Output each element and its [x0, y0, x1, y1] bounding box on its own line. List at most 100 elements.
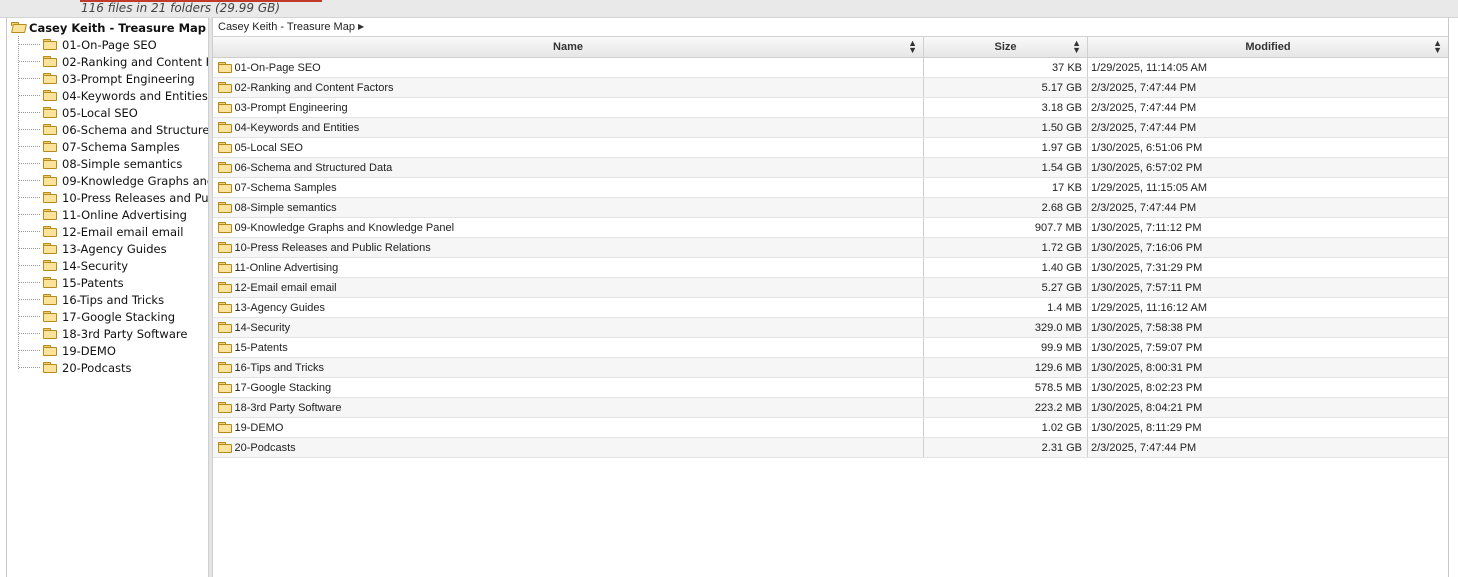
folder-tree: Casey Keith - Treasure Map 01-On-Page SE…: [7, 17, 208, 577]
tree-item[interactable]: 02-Ranking and Content Factors: [7, 53, 208, 70]
table-row[interactable]: 06-Schema and Structured Data 1.54 GB 1/30…: [212, 157, 1448, 178]
folder-name-link[interactable]: 05-Local SEO: [235, 142, 303, 154]
table-row[interactable]: 07-Schema Samples 17 KB 1/29/2025, 11:15:0…: [212, 177, 1448, 198]
table-row[interactable]: 01-On-Page SEO 37 KB 1/29/2025, 11:14:05 A…: [212, 57, 1448, 78]
cell-name[interactable]: 03-Prompt Engineering: [212, 97, 924, 118]
folder-icon: [43, 260, 57, 271]
tree-item[interactable]: 17-Google Stacking: [7, 308, 208, 325]
cell-name[interactable]: 14-Security: [212, 317, 924, 338]
column-header-name[interactable]: Name ▲ ▼: [212, 37, 924, 58]
folder-icon: [43, 124, 57, 135]
tree-item[interactable]: 18-3rd Party Software: [7, 325, 208, 342]
column-header-modified[interactable]: Modified ▲ ▼: [1087, 37, 1448, 58]
table-row[interactable]: 17-Google Stacking 578.5 MB 1/30/2025, 8:0…: [212, 377, 1448, 398]
folder-icon: [43, 328, 57, 339]
folder-name-link[interactable]: 03-Prompt Engineering: [235, 102, 348, 114]
cell-name[interactable]: 08-Simple semantics: [212, 197, 924, 218]
cell-name[interactable]: 11-Online Advertising: [212, 257, 924, 278]
table-row[interactable]: 12-Email email email 5.27 GB 1/30/2025, 7:…: [212, 277, 1448, 298]
tree-item[interactable]: 14-Security: [7, 257, 208, 274]
tree-root[interactable]: Casey Keith - Treasure Map: [11, 19, 206, 36]
tree-item[interactable]: 08-Simple semantics: [7, 155, 208, 172]
table-row[interactable]: 13-Agency Guides 1.4 MB 1/29/2025, 11:16:1…: [212, 297, 1448, 318]
folder-name-link[interactable]: 17-Google Stacking: [235, 382, 332, 394]
folder-name-link[interactable]: 19-DEMO: [235, 422, 284, 434]
table-row[interactable]: 08-Simple semantics 2.68 GB 2/3/2025, 7:47…: [212, 197, 1448, 218]
folder-name-link[interactable]: 15-Patents: [235, 342, 288, 354]
cell-name[interactable]: 05-Local SEO: [212, 137, 924, 158]
tree-item[interactable]: 07-Schema Samples: [7, 138, 208, 155]
folder-name-link[interactable]: 08-Simple semantics: [235, 202, 337, 214]
folder-name-link[interactable]: 20-Podcasts: [235, 442, 296, 454]
table-row[interactable]: 15-Patents 99.9 MB 1/30/2025, 7:59:07 PM: [212, 337, 1448, 358]
folder-name-link[interactable]: 18-3rd Party Software: [235, 402, 342, 414]
table-row[interactable]: 16-Tips and Tricks 129.6 MB 1/30/2025, 8:0…: [212, 357, 1448, 378]
tree-item[interactable]: 09-Knowledge Graphs and Knowledge Panel: [7, 172, 208, 189]
table-row[interactable]: 14-Security 329.0 MB 1/30/2025, 7:58:38 PM: [212, 317, 1448, 338]
tree-item[interactable]: 12-Email email email: [7, 223, 208, 240]
cell-name[interactable]: 17-Google Stacking: [212, 377, 924, 398]
folder-icon: [217, 162, 232, 173]
folder-name-link[interactable]: 02-Ranking and Content Factors: [235, 82, 394, 94]
tree-list: 01-On-Page SEO 02-Ranking and Content Fac…: [7, 36, 208, 376]
folder-name-link[interactable]: 07-Schema Samples: [235, 182, 337, 194]
cell-name[interactable]: 19-DEMO: [212, 417, 924, 438]
folder-name-link[interactable]: 12-Email email email: [235, 282, 337, 294]
cell-size: 5.27 GB: [923, 277, 1088, 298]
tree-item[interactable]: 04-Keywords and Entities: [7, 87, 208, 104]
table-row[interactable]: 05-Local SEO 1.97 GB 1/30/2025, 6:51:06 PM: [212, 137, 1448, 158]
tree-item-label: 07-Schema Samples: [62, 139, 180, 154]
cell-name[interactable]: 10-Press Releases and Public Relations: [212, 237, 924, 258]
tree-item[interactable]: 20-Podcasts: [7, 359, 208, 376]
cell-name[interactable]: 07-Schema Samples: [212, 177, 924, 198]
cell-name[interactable]: 20-Podcasts: [212, 437, 924, 458]
table-row[interactable]: 02-Ranking and Content Factors 5.17 GB 2/3…: [212, 77, 1448, 98]
table-row[interactable]: 19-DEMO 1.02 GB 1/30/2025, 8:11:29 PM: [212, 417, 1448, 438]
cell-name[interactable]: 02-Ranking and Content Factors: [212, 77, 924, 98]
breadcrumb-item[interactable]: Casey Keith - Treasure Map: [218, 21, 355, 33]
tree-item[interactable]: 03-Prompt Engineering: [7, 70, 208, 87]
tree-item[interactable]: 19-DEMO: [7, 342, 208, 359]
folder-open-icon: [11, 22, 25, 33]
table-row[interactable]: 10-Press Releases and Public Relations 1.…: [212, 237, 1448, 258]
tree-item[interactable]: 15-Patents: [7, 274, 208, 291]
table-row[interactable]: 18-3rd Party Software 223.2 MB 1/30/2025, …: [212, 397, 1448, 418]
folder-name-link[interactable]: 13-Agency Guides: [235, 302, 326, 314]
folder-name-link[interactable]: 04-Keywords and Entities: [235, 122, 360, 134]
table-row[interactable]: 04-Keywords and Entities 1.50 GB 2/3/2025,…: [212, 117, 1448, 138]
table-row[interactable]: 11-Online Advertising 1.40 GB 1/30/2025, 7…: [212, 257, 1448, 278]
tree-item[interactable]: 10-Press Releases and Public Relations: [7, 189, 208, 206]
table-row[interactable]: 09-Knowledge Graphs and Knowledge Panel 9…: [212, 217, 1448, 238]
tree-item[interactable]: 01-On-Page SEO: [7, 36, 208, 53]
cell-name-content: 19-DEMO: [217, 422, 919, 434]
cell-name[interactable]: 01-On-Page SEO: [212, 57, 924, 78]
tree-item[interactable]: 06-Schema and Structured Data: [7, 121, 208, 138]
cell-name[interactable]: 18-3rd Party Software: [212, 397, 924, 418]
cell-name[interactable]: 12-Email email email: [212, 277, 924, 298]
cell-name[interactable]: 16-Tips and Tricks: [212, 357, 924, 378]
folder-name-link[interactable]: 10-Press Releases and Public Relations: [235, 242, 431, 254]
cell-modified: 1/30/2025, 7:11:12 PM: [1087, 217, 1448, 238]
tree-item[interactable]: 11-Online Advertising: [7, 206, 208, 223]
folder-name-link[interactable]: 09-Knowledge Graphs and Knowledge Panel: [235, 222, 455, 234]
tree-item[interactable]: 16-Tips and Tricks: [7, 291, 208, 308]
cell-name[interactable]: 13-Agency Guides: [212, 297, 924, 318]
main-pane: Casey Keith - Treasure Map ▶ Name ▲ ▼ Siz…: [212, 17, 1448, 577]
table-row[interactable]: 03-Prompt Engineering 3.18 GB 2/3/2025, 7:…: [212, 97, 1448, 118]
column-header-size[interactable]: Size ▲ ▼: [923, 37, 1088, 58]
tree-item[interactable]: 13-Agency Guides: [7, 240, 208, 257]
cell-name[interactable]: 09-Knowledge Graphs and Knowledge Panel: [212, 217, 924, 238]
cell-name[interactable]: 06-Schema and Structured Data: [212, 157, 924, 178]
table-row[interactable]: 20-Podcasts 2.31 GB 2/3/2025, 7:47:44 PM: [212, 437, 1448, 458]
folder-name-link[interactable]: 16-Tips and Tricks: [235, 362, 324, 374]
breadcrumb-arrow-icon[interactable]: ▶: [358, 22, 364, 31]
cell-name[interactable]: 04-Keywords and Entities: [212, 117, 924, 138]
cell-name[interactable]: 15-Patents: [212, 337, 924, 358]
folder-icon: [217, 242, 232, 253]
tree-item[interactable]: 05-Local SEO: [7, 104, 208, 121]
folder-name-link[interactable]: 06-Schema and Structured Data: [235, 162, 393, 174]
folder-name-link[interactable]: 11-Online Advertising: [235, 262, 339, 274]
folder-name-link[interactable]: 01-On-Page SEO: [235, 62, 321, 74]
cell-name-content: 12-Email email email: [217, 282, 919, 294]
folder-name-link[interactable]: 14-Security: [235, 322, 291, 334]
